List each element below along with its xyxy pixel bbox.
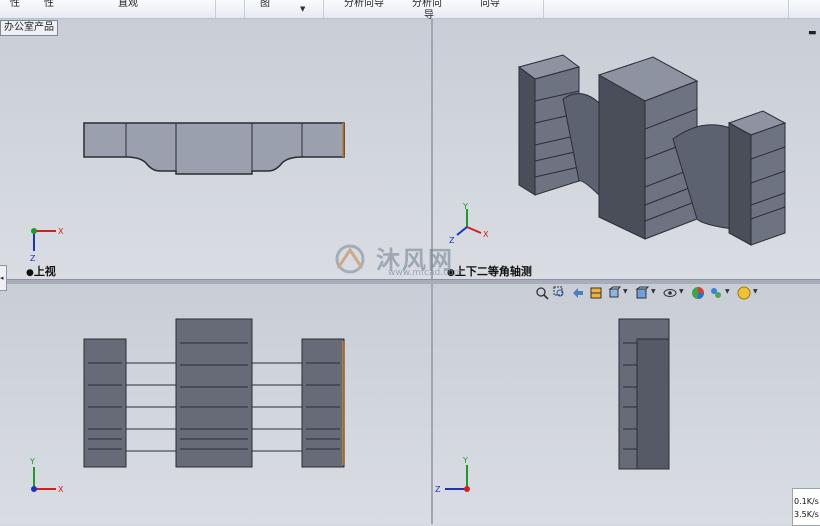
coordinate-triad: Y X (29, 457, 64, 494)
ribbon-item-1[interactable]: 性 (10, 0, 20, 9)
section-view-icon[interactable] (589, 285, 603, 299)
chevron-down-icon[interactable]: ▼ (679, 288, 684, 295)
previous-view-icon[interactable] (571, 285, 585, 299)
ribbon-separator (543, 0, 544, 18)
triad-y-label: Y (29, 457, 35, 466)
ribbon-item-2[interactable]: 性 (44, 0, 54, 9)
viewport-front[interactable]: Y X (0, 283, 431, 524)
view-orientation-icon[interactable] (607, 285, 622, 299)
apply-scene-icon[interactable] (709, 285, 723, 299)
coordinate-triad: Y Z (435, 456, 470, 494)
triad-x-label: X (58, 485, 64, 494)
zoom-to-fit-icon[interactable] (535, 285, 549, 300)
upload-speed: 0.1K/s (794, 497, 819, 506)
watermark-url: www.mfcad.com (388, 268, 463, 278)
zoom-area-icon[interactable] (553, 285, 567, 299)
watermark-logo-icon (335, 244, 365, 274)
viewport-label-top: ●上视 (26, 265, 56, 278)
ribbon-item-4[interactable]: 图 (260, 0, 270, 9)
ribbon-item-7[interactable]: 向导 (480, 0, 500, 9)
panel-collapse-handle[interactable]: ◂ (0, 265, 7, 291)
hide-show-items-icon[interactable] (663, 285, 677, 299)
ribbon-item-5[interactable]: 分析向导 (344, 0, 384, 9)
triad-z-label: Z (30, 254, 36, 263)
triad-y-label: Y (462, 203, 468, 211)
watermark: 沐风网 www.mfcad.com (330, 238, 500, 282)
triad-y-label: Y (462, 456, 468, 465)
ribbon-separator (788, 0, 789, 18)
side-view-model (618, 318, 670, 470)
view-settings-icon[interactable] (737, 285, 751, 300)
edit-appearance-icon[interactable] (691, 285, 705, 299)
ribbon-separator (215, 0, 216, 18)
minimize-icon[interactable]: ▬ (808, 28, 817, 38)
viewport-right[interactable]: ▼ ▼ ▼ ▼ ▼ Y Z (433, 283, 820, 524)
ribbon-separator (244, 0, 245, 18)
chevron-down-icon[interactable]: ▼ (651, 288, 656, 295)
ribbon-separator (323, 0, 324, 18)
ribbon-item-3[interactable]: 直观 (118, 0, 138, 9)
network-speed-widget: 0.1K/s 3.5K/s (792, 488, 820, 526)
chevron-down-icon[interactable]: ▼ (725, 288, 730, 295)
triad-z-label: Z (435, 485, 441, 494)
download-speed: 3.5K/s (794, 510, 819, 519)
display-style-icon[interactable] (635, 285, 650, 299)
triad-x-label: X (58, 227, 64, 236)
feature-tree-tab[interactable]: 办公室产品 (0, 20, 58, 36)
chevron-down-icon[interactable]: ▼ (623, 288, 628, 295)
command-ribbon: 性 性 直观 图 ▼ 分析向导 分析向 导 向导 (0, 0, 820, 21)
chevron-down-icon[interactable]: ▼ (753, 288, 758, 295)
chevron-down-icon[interactable]: ▼ (300, 5, 305, 13)
coordinate-triad: X Z (30, 227, 64, 263)
